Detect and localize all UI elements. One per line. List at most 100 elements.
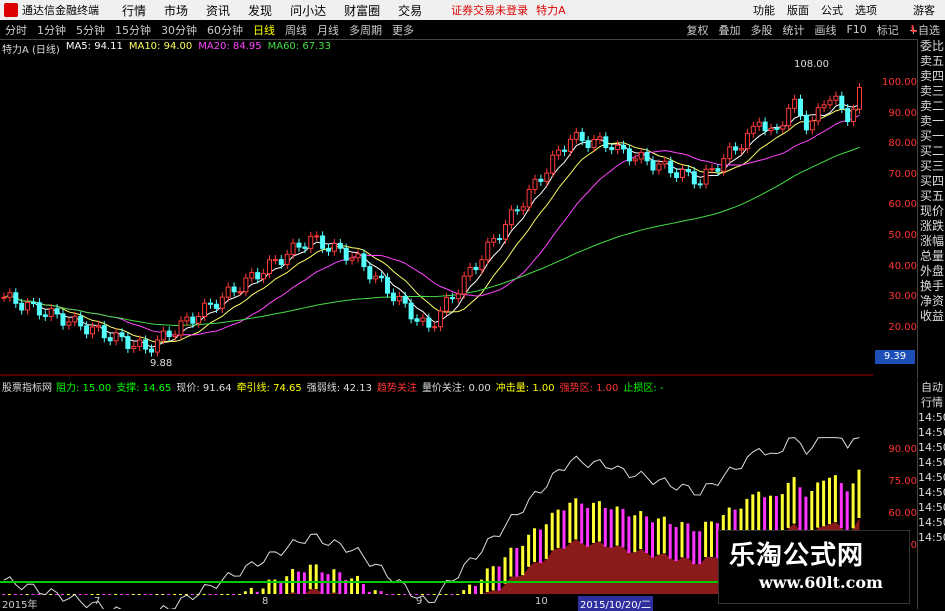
candle[interactable] [650,160,656,171]
candle[interactable] [402,295,408,304]
candle[interactable] [72,315,78,323]
candle[interactable] [803,114,809,131]
candle[interactable] [821,104,827,109]
side-panel-item[interactable]: 涨幅 [918,234,945,249]
menu-item-trade[interactable]: 交易 [398,2,422,19]
candle[interactable] [739,148,744,151]
side-panel-item[interactable]: 14:50 [918,410,945,425]
candle[interactable] [414,318,420,322]
tab-daily[interactable]: 日线 [253,22,275,38]
tab-15min[interactable]: 15分钟 [115,22,151,38]
candle[interactable] [255,272,261,280]
menu-item-market[interactable]: 市场 [164,2,188,19]
candle[interactable] [538,178,544,182]
candle[interactable] [473,266,479,271]
candle[interactable] [154,339,160,353]
menu-item-news[interactable]: 资讯 [206,2,230,19]
candle[interactable] [579,131,585,142]
candle[interactable] [385,277,390,294]
candle[interactable] [1,296,7,299]
candle[interactable] [603,136,609,149]
candle[interactable] [697,183,703,186]
candle[interactable] [326,247,331,252]
candle[interactable] [113,332,119,342]
candle[interactable] [408,302,414,320]
side-panel-item[interactable]: 14:50 [918,440,945,455]
candle[interactable] [308,235,314,249]
candle[interactable] [461,275,467,295]
candle[interactable] [762,121,768,132]
guest-label[interactable]: 游客 [913,2,935,18]
side-panel-item[interactable]: 自动 [918,380,945,395]
candle[interactable] [272,259,278,262]
candle[interactable] [143,339,149,350]
candle[interactable] [296,242,302,248]
btn-f10[interactable]: F10 [846,23,866,36]
tab-more[interactable]: 更多 [392,22,414,38]
candle[interactable] [497,238,503,241]
candle[interactable] [331,242,337,252]
side-panel-item[interactable]: 14:50 [918,500,945,515]
candle[interactable] [25,302,31,311]
btn-stats[interactable]: 统计 [782,22,804,38]
candle[interactable] [284,253,290,265]
tab-weekly[interactable]: 周线 [285,22,307,38]
candle[interactable] [278,259,284,265]
candle[interactable] [202,302,208,317]
side-panel-item[interactable]: 14:50 [918,470,945,485]
candle[interactable] [172,334,178,338]
candle[interactable] [449,297,455,300]
candle[interactable] [219,296,225,309]
candle[interactable] [426,317,432,328]
candle[interactable] [532,178,538,190]
candle[interactable] [680,169,685,178]
side-panel-item[interactable]: 外盘 [918,264,945,279]
candle[interactable] [585,140,591,149]
candle[interactable] [48,308,54,317]
tab-timeshare[interactable]: 分时 [5,22,27,38]
side-panel-item[interactable]: 卖三 [918,84,945,99]
candle[interactable] [691,171,697,185]
candle[interactable] [656,163,662,171]
candle[interactable] [213,303,219,309]
candle[interactable] [626,148,632,162]
candle[interactable] [131,345,137,349]
candle[interactable] [373,275,379,280]
tab-1min[interactable]: 1分钟 [37,22,66,38]
candle[interactable] [674,172,680,178]
side-panel-item[interactable]: 卖五 [918,54,945,69]
candle[interactable] [644,151,650,162]
candle[interactable] [231,286,237,293]
candle[interactable] [267,259,272,275]
btn-multi-stock[interactable]: 多股 [750,22,772,38]
candle[interactable] [508,209,514,226]
candle[interactable] [66,321,72,326]
candle[interactable] [520,206,526,211]
candle[interactable] [349,257,355,261]
candle[interactable] [314,235,320,238]
candle[interactable] [261,273,267,280]
menu-item-quotes[interactable]: 行情 [122,2,146,19]
candle[interactable] [479,259,485,271]
menu-function[interactable]: 功能 [753,2,775,18]
candle[interactable] [727,146,733,160]
candle[interactable] [597,136,603,141]
candle[interactable] [851,108,857,122]
candle[interactable] [31,302,36,305]
menu-item-discover[interactable]: 发现 [248,2,272,19]
candle[interactable] [815,107,821,122]
side-panel-item[interactable]: 委比 [918,39,945,54]
side-panel-item[interactable]: 现价 [918,204,945,219]
candle[interactable] [396,295,402,302]
candle[interactable] [857,87,862,110]
candle[interactable] [491,238,497,243]
candle[interactable] [685,169,691,173]
candle[interactable] [827,99,833,106]
candle[interactable] [190,316,196,324]
candle[interactable] [438,310,444,328]
candle[interactable] [709,168,715,171]
candle[interactable] [733,146,739,151]
candle[interactable] [101,325,107,339]
candle[interactable] [208,302,213,305]
candle[interactable] [432,326,438,329]
